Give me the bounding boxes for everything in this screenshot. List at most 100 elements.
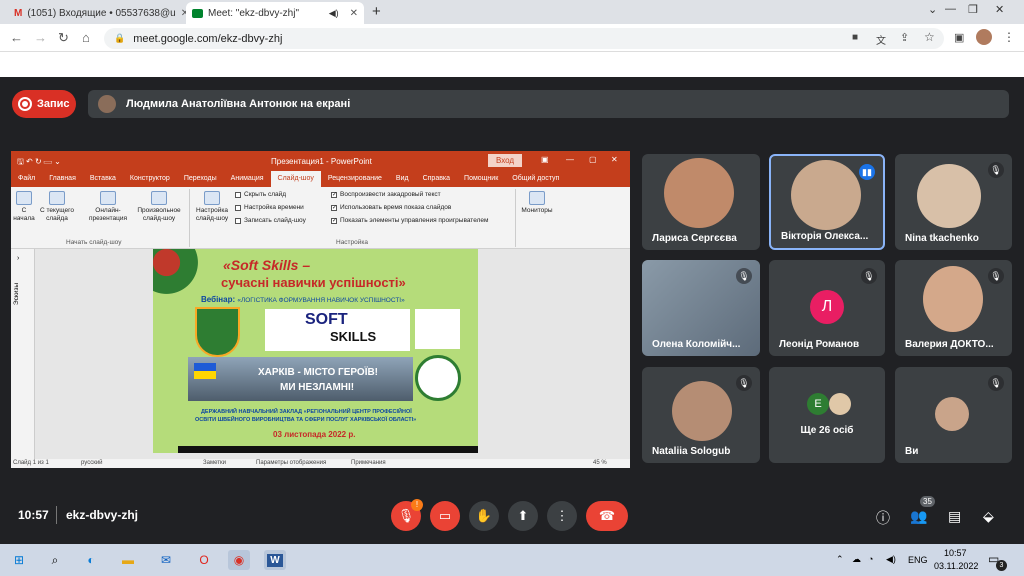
leave-call-button[interactable]: ☎ [586,501,628,531]
participant-tile[interactable]: Л 🎙 Леонід Романов [769,260,885,356]
wifi-icon[interactable]: ◔ [868,554,873,564]
more-participants-tile[interactable]: Е Ще 26 осіб [769,367,885,463]
translate-icon[interactable]: 文 [876,32,886,47]
activities-icon[interactable]: ⬙ [983,508,994,525]
webinar-label: Вебінар: [201,295,236,304]
star-icon[interactable]: ☆ [924,30,935,44]
minimize-icon[interactable]: — [945,3,956,15]
language-indicator[interactable]: ENG [908,555,928,565]
back-icon[interactable]: ← [10,30,23,45]
login-button[interactable]: Вход [488,154,523,167]
participant-tile[interactable]: 🎙 Валерия ДОКТО... [895,260,1012,356]
tab-slideshow[interactable]: Слайд-шоу [270,171,321,187]
rehearse-timings-button[interactable]: Настройка времени [235,204,304,211]
participant-tile[interactable]: 🎙 Nataliia Sologub [642,367,760,463]
camera-icon[interactable]: ■ [852,32,858,43]
more-options-button[interactable]: ⋮ [547,501,577,531]
present-button[interactable]: ⬆ [508,501,538,531]
record-button[interactable]: Запис [12,90,76,118]
close-icon[interactable]: ✕ [350,8,358,19]
chrome-icon[interactable]: ◉ [228,550,250,570]
handshake-icon [415,309,460,349]
url-field[interactable]: 🔒 meet.google.com/ekz-dbvy-zhj [104,28,944,49]
clock-date[interactable]: 03.11.2022 [934,561,978,571]
people-icon[interactable]: 👥 [910,508,927,525]
tab-insert[interactable]: Вставка [83,171,123,187]
tab-tell-me[interactable]: Помощник [457,171,505,187]
tab-meet[interactable]: Meet: "ekz-dbvy-zhj" ◀) ✕ [186,2,364,24]
word-icon[interactable]: W [264,550,286,570]
reload-icon[interactable]: ↻ [58,30,69,46]
from-current-button[interactable]: С текущего слайда [37,191,77,223]
tab-home[interactable]: Главная [42,171,83,187]
menu-icon[interactable]: ⋮ [1003,30,1015,44]
chevron-up-icon[interactable]: ⌃ [836,554,844,565]
chat-icon[interactable]: ▤ [948,508,961,525]
profile-avatar[interactable] [976,29,992,45]
edge-icon[interactable]: ◐ [80,550,102,570]
notes-button[interactable]: Заметки [203,460,226,466]
participant-tile-speaking[interactable]: ▮▮ Вікторія Олекса... [769,154,885,250]
record-show-button[interactable]: Записать слайд-шоу [235,217,306,224]
language[interactable]: русский [81,460,103,466]
ribbon-options-icon[interactable]: ▣ [541,155,549,164]
network-icon[interactable]: ☁ [852,554,861,565]
tab-gmail[interactable]: M (1051) Входящие • 05537638@u ✕ [8,2,186,24]
comments-button[interactable]: Примечания [351,460,386,466]
tab-view[interactable]: Вид [389,171,416,187]
participant-name: Валерия ДОКТО... [905,339,994,350]
volume-icon[interactable]: ◀) [886,554,896,565]
raise-hand-button[interactable]: ✋ [469,501,499,531]
close-window-icon[interactable]: ✕ [995,3,1004,16]
chevron-down-icon[interactable]: ⌄ [928,3,937,16]
hide-slide-button[interactable]: Скрыть слайд [235,191,286,198]
tab-share[interactable]: Общий доступ [505,171,566,187]
tab-help[interactable]: Справка [416,171,457,187]
share-icon[interactable]: ⇪ [900,31,909,44]
tab-review[interactable]: Рецензирование [321,171,389,187]
tab-design[interactable]: Конструктор [123,171,177,187]
setup-show-button[interactable]: Настройка слайд-шоу [191,191,233,223]
online-presentation-button[interactable]: Онлайн-презентация [83,191,133,223]
close-icon[interactable]: ✕ [611,155,618,164]
new-tab-button[interactable]: + [372,3,381,20]
slide-title-line1: «Soft Skills – [223,257,311,273]
button-label: Настройка времени [244,204,304,211]
tab-animation[interactable]: Анимация [224,171,271,187]
windows-start-icon[interactable]: ⊞ [8,550,30,570]
monitors-button[interactable]: Мониторы [517,191,557,215]
meeting-time: 10:57 [18,508,49,522]
minimize-icon[interactable]: — [566,155,574,164]
narration-checkbox[interactable]: ✓ Воспроизвести закадровый текст [331,191,441,198]
chevron-right-icon[interactable]: › [17,255,19,262]
timings-checkbox[interactable]: ✓ Использовать время показа слайдов [331,204,451,211]
checkbox-label: Показать элементы управления проигрывате… [340,217,489,224]
self-tile[interactable]: 🎙 Ви [895,367,1012,463]
file-explorer-icon[interactable]: ▬ [117,550,139,570]
zoom-level[interactable]: 45 % [593,460,607,466]
home-icon[interactable]: ⌂ [82,30,90,45]
opera-icon[interactable]: O [193,550,215,570]
controls-checkbox[interactable]: ✓ Показать элементы управления проигрыват… [331,217,488,224]
from-start-button[interactable]: С начала [13,191,35,223]
maximize-icon[interactable]: ❐ [968,3,978,16]
clock-time[interactable]: 10:57 [944,548,967,558]
maximize-icon[interactable]: ▢ [589,155,597,164]
sidebar-icon[interactable]: ▣ [954,31,964,44]
thumbnail-pane[interactable]: › Эскизы [11,249,35,459]
tab-file[interactable]: Файл [11,171,42,187]
display-settings-button[interactable]: Параметры отображения [256,460,326,466]
mail-icon[interactable]: ✉ [155,550,177,570]
tab-transitions[interactable]: Переходы [177,171,224,187]
participant-tile[interactable]: 🎙 Nina tkachenko [895,154,1012,250]
search-icon[interactable]: ⌕ [44,550,66,570]
forward-icon[interactable]: → [34,30,47,45]
participant-tile[interactable]: Лариса Сергєєва [642,154,760,250]
custom-show-button[interactable]: Произвольное слайд-шоу [133,191,185,223]
info-icon[interactable]: ⓘ [876,508,890,528]
quick-access-icons[interactable]: 🖫 ↶ ↻ ▭ ⌄ [17,156,61,170]
slide-title-line2: сучасні навички успішності» [221,275,406,290]
browser-tab-bar: M (1051) Входящие • 05537638@u ✕ Meet: "… [0,0,1024,24]
participant-tile[interactable]: 🎙 Олена Коломійч... [642,260,760,356]
camera-toggle-button[interactable]: ▭ [430,501,460,531]
